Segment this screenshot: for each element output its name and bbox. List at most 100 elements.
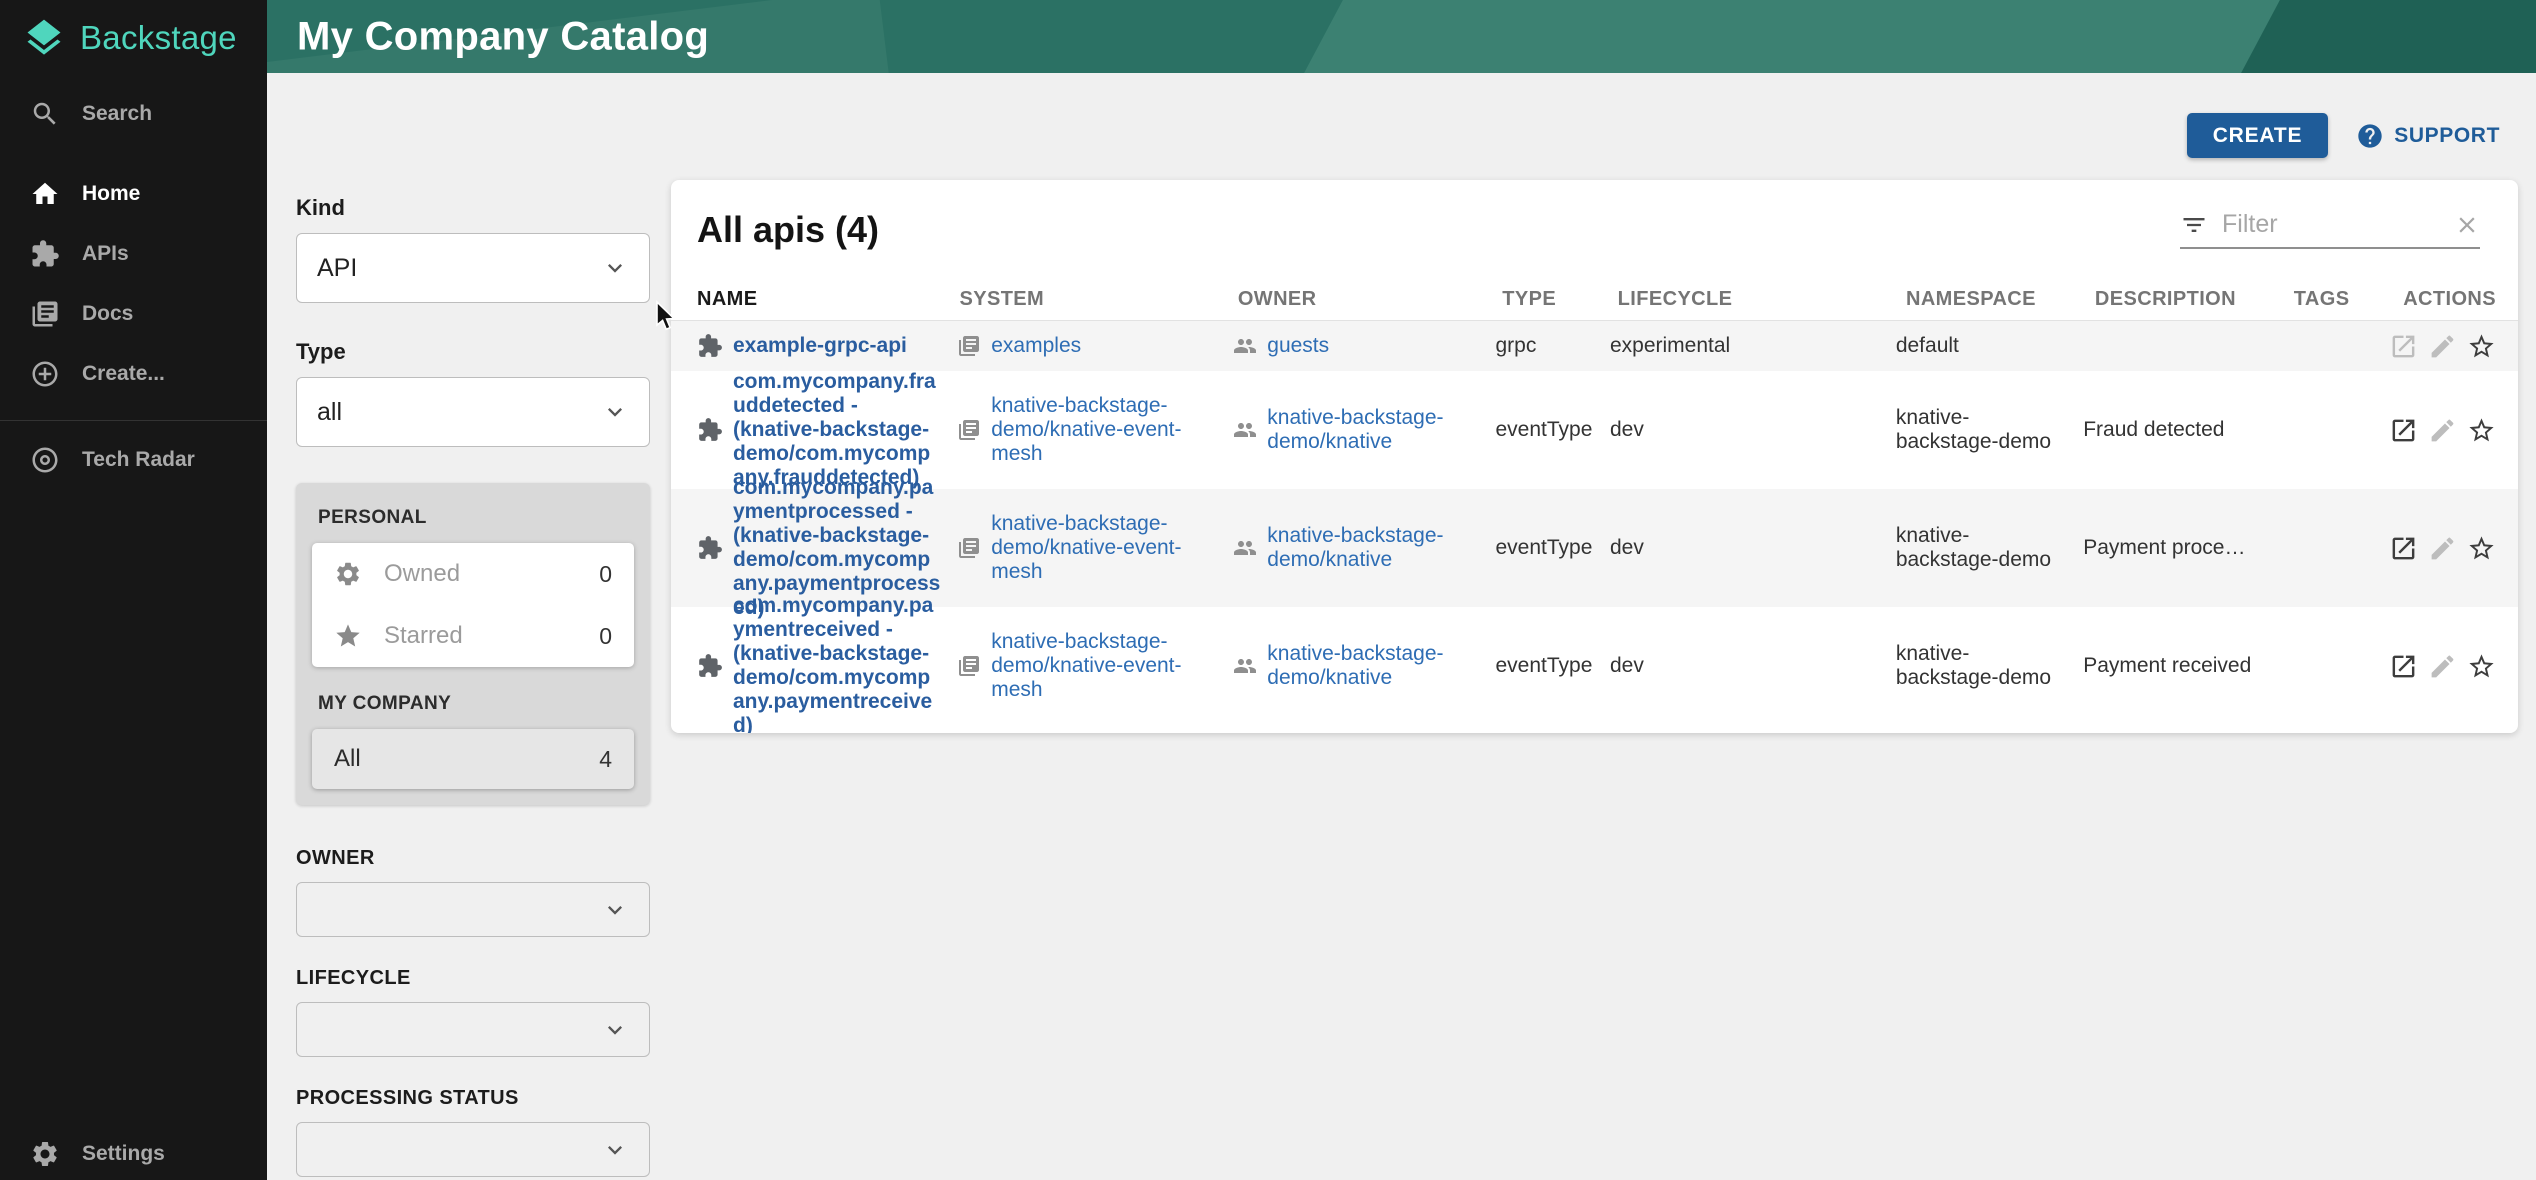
system-link[interactable]: knative-backstage-demo/knative-event-mes… — [991, 512, 1217, 584]
open-in-new-icon — [2389, 652, 2418, 681]
close-icon[interactable] — [2454, 212, 2480, 238]
sidebar-item-settings[interactable]: Settings — [0, 1128, 267, 1180]
table-header-row: NAME SYSTEM OWNER TYPE LIFECYCLE NAMESPA… — [671, 279, 2518, 321]
logo-text: Backstage — [80, 19, 237, 57]
support-label: SUPPORT — [2394, 124, 2500, 148]
personal-list: Owned 0 Starred 0 — [312, 543, 634, 667]
view-api-button[interactable] — [2389, 652, 2418, 681]
starred-count: 0 — [599, 623, 612, 650]
owner-link[interactable]: knative-backstage-demo/knative — [1267, 524, 1479, 572]
backstage-logo[interactable]: Backstage — [22, 16, 237, 60]
create-button[interactable]: CREATE — [2187, 113, 2329, 158]
star-button[interactable] — [2467, 534, 2496, 563]
lifecycle-select[interactable] — [296, 1002, 650, 1057]
column-header-namespace[interactable]: NAMESPACE — [1906, 288, 2095, 311]
filter-list-icon — [2180, 211, 2208, 239]
sidebar-item-label: Create... — [82, 362, 165, 386]
edit-button[interactable] — [2428, 332, 2457, 361]
column-header-system[interactable]: SYSTEM — [959, 288, 1237, 311]
api-kind-icon — [697, 333, 723, 359]
type-value: all — [317, 398, 342, 427]
entity-name-link[interactable]: example-grpc-api — [733, 334, 907, 358]
system-link[interactable]: knative-backstage-demo/knative-event-mes… — [991, 394, 1217, 466]
sidebar-item-label: APIs — [82, 242, 129, 266]
edit-button[interactable] — [2428, 534, 2457, 563]
sidebar-item-apis[interactable]: APIs — [0, 228, 267, 280]
system-icon — [957, 418, 981, 442]
system-icon — [957, 654, 981, 678]
namespace-cell: default — [1896, 334, 2083, 358]
edit-button[interactable] — [2428, 652, 2457, 681]
type-label: Type — [296, 339, 650, 365]
column-header-type[interactable]: TYPE — [1502, 288, 1617, 311]
column-header-name[interactable]: NAME — [697, 288, 959, 311]
api-kind-icon — [697, 535, 723, 561]
entity-name-link[interactable]: com.mycompany.paymentreceived - (knative… — [733, 594, 941, 733]
chevron-down-icon — [601, 254, 629, 282]
star-outline-icon — [2467, 416, 2496, 445]
sidebar-search[interactable]: Search — [0, 88, 267, 140]
owned-count: 0 — [599, 561, 612, 588]
sidebar-divider — [0, 420, 267, 421]
lifecycle-cell: dev — [1610, 536, 1896, 560]
sidebar-item-home[interactable]: Home — [0, 168, 267, 220]
star-button[interactable] — [2467, 652, 2496, 681]
owner-filter-label: OWNER — [296, 847, 650, 870]
system-link[interactable]: knative-backstage-demo/knative-event-mes… — [991, 630, 1217, 702]
processing-status-filter-label: PROCESSING STATUS — [296, 1087, 650, 1110]
owned-label: Owned — [384, 560, 599, 588]
owned-filter[interactable]: Owned 0 — [312, 543, 634, 605]
library-books-icon — [30, 299, 60, 329]
entity-name-link[interactable]: com.mycompany.frauddetected - (knative-b… — [733, 370, 941, 490]
owner-select[interactable] — [296, 882, 650, 937]
system-link[interactable]: examples — [991, 334, 1081, 358]
type-select[interactable]: all — [296, 377, 650, 447]
processing-status-select[interactable] — [296, 1122, 650, 1177]
api-kind-icon — [697, 417, 723, 443]
edit-button[interactable] — [2428, 416, 2457, 445]
starred-filter[interactable]: Starred 0 — [312, 605, 634, 667]
star-button[interactable] — [2467, 332, 2496, 361]
sidebar-item-docs[interactable]: Docs — [0, 288, 267, 340]
table-row: com.mycompany.paymentreceived - (knative… — [671, 607, 2518, 725]
help-icon — [2356, 122, 2384, 150]
layers-logo-icon — [22, 16, 66, 60]
owner-group-icon — [1233, 334, 1257, 358]
view-api-button[interactable] — [2389, 416, 2418, 445]
api-table-card: All apis (4) NAME SYSTEM OWNER TYPE LIFE… — [671, 180, 2518, 733]
view-api-button[interactable] — [2389, 534, 2418, 563]
system-icon — [957, 334, 981, 358]
kind-select[interactable]: API — [296, 233, 650, 303]
lifecycle-cell: experimental — [1610, 334, 1896, 358]
sidebar-item-label: Tech Radar — [82, 448, 195, 472]
column-header-owner[interactable]: OWNER — [1238, 288, 1502, 311]
owner-link[interactable]: knative-backstage-demo/knative — [1267, 406, 1479, 454]
all-label: All — [334, 745, 599, 773]
owner-group-icon — [1233, 418, 1257, 442]
table-toolbar: All apis (4) — [671, 180, 2518, 279]
all-filter[interactable]: All 4 — [312, 729, 634, 789]
owner-group-icon — [1233, 536, 1257, 560]
sidebar-item-label: Settings — [82, 1142, 165, 1166]
table-row: com.mycompany.paymentprocessed - (knativ… — [671, 489, 2518, 607]
sidebar: Backstage Search Home APIs Docs Create..… — [0, 0, 267, 1180]
type-cell: eventType — [1495, 536, 1609, 560]
column-header-description[interactable]: DESCRIPTION — [2095, 288, 2294, 311]
main-content: CREATE SUPPORT Kind API Type all PERSONA… — [267, 73, 2536, 1180]
column-header-lifecycle[interactable]: LIFECYCLE — [1618, 288, 1906, 311]
home-icon — [30, 179, 60, 209]
page-title: My Company Catalog — [297, 14, 709, 59]
table-filter — [2180, 210, 2480, 249]
support-button[interactable]: SUPPORT — [2356, 122, 2500, 150]
sidebar-item-create[interactable]: Create... — [0, 348, 267, 400]
sidebar-item-label: Docs — [82, 302, 133, 326]
star-button[interactable] — [2467, 416, 2496, 445]
view-api-button[interactable] — [2389, 332, 2418, 361]
owner-link[interactable]: knative-backstage-demo/knative — [1267, 642, 1479, 690]
sidebar-item-tech-radar[interactable]: Tech Radar — [0, 434, 267, 486]
filter-panel: Kind API Type all PERSONAL Owned 0 — [296, 195, 650, 1180]
owner-group-icon — [1233, 654, 1257, 678]
owner-link[interactable]: guests — [1267, 334, 1329, 358]
column-header-tags[interactable]: TAGS — [2294, 288, 2403, 311]
table-filter-input[interactable] — [2222, 210, 2440, 239]
